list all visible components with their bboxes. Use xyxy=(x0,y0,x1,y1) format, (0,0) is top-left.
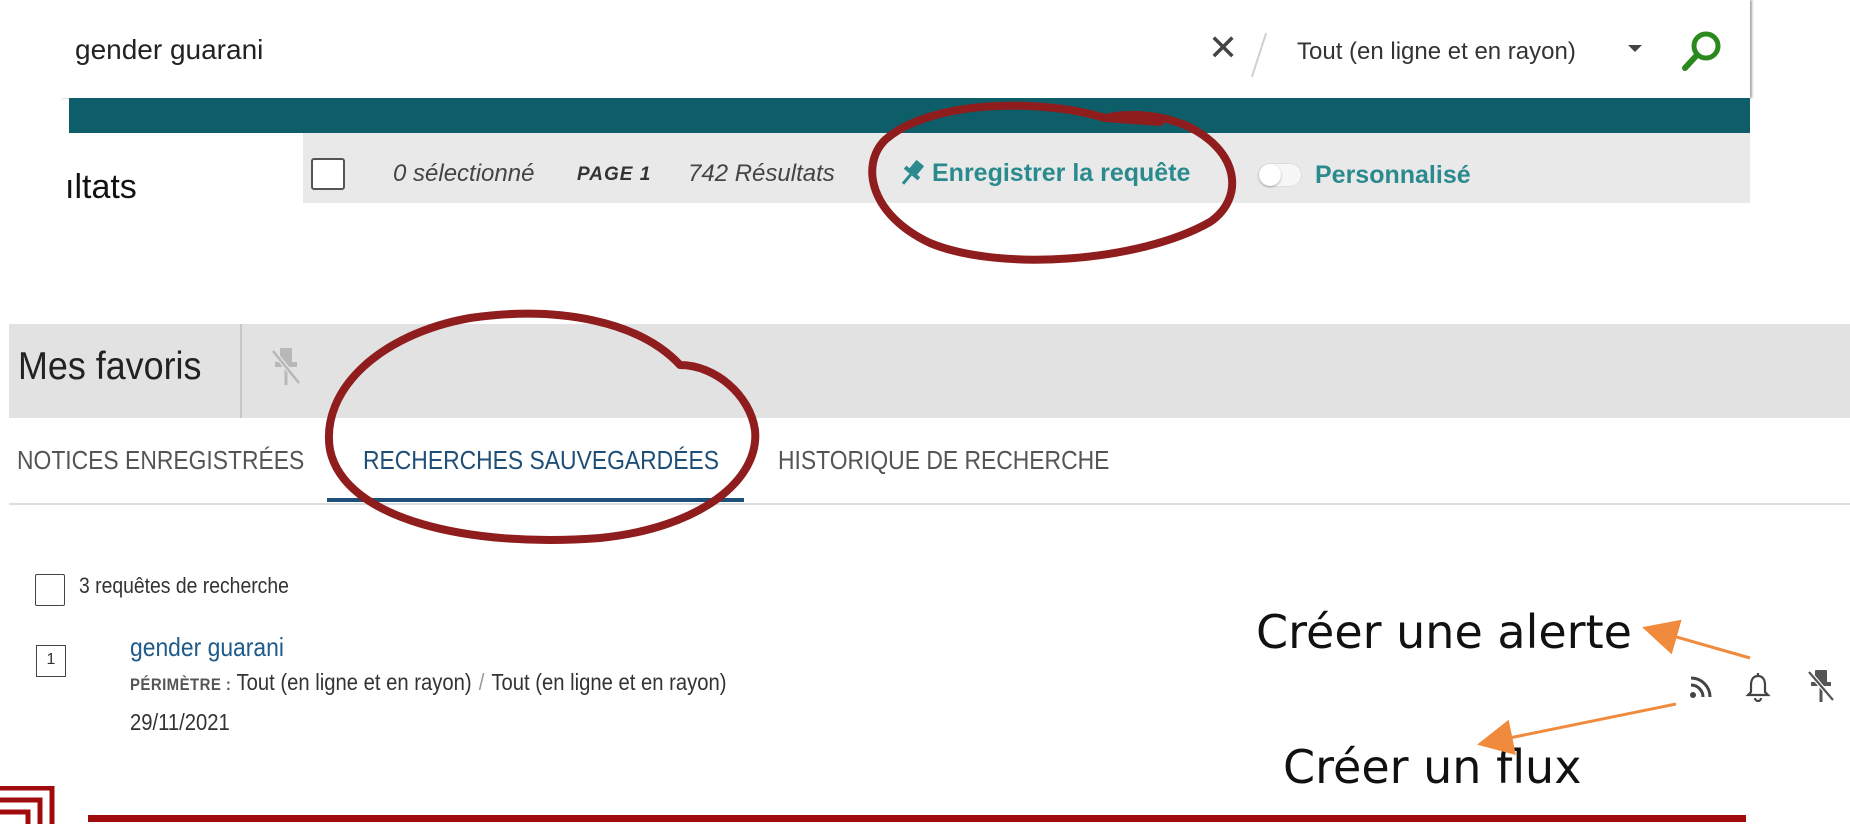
arrow-to-create-feed xyxy=(1477,702,1677,756)
unpin-icon[interactable] xyxy=(1806,668,1836,704)
tabs-divider xyxy=(9,503,1850,505)
results-heading: ıltats xyxy=(65,168,137,206)
logo-icon xyxy=(0,786,55,824)
unpin-icon[interactable] xyxy=(270,345,302,389)
search-input[interactable]: gender guarani xyxy=(75,34,263,66)
row-number[interactable]: 1 xyxy=(36,645,66,677)
scope-key: PÉRIMÈTRE : xyxy=(130,675,232,694)
saved-search-title[interactable]: gender guarani xyxy=(130,632,284,663)
annotation-create-alert: Créer une alerte xyxy=(1256,605,1632,659)
search-icon[interactable] xyxy=(1680,28,1724,74)
search-band xyxy=(69,98,1750,133)
annotation-create-feed: Créer un flux xyxy=(1283,740,1582,794)
footer-rule xyxy=(88,815,1746,822)
bell-icon[interactable] xyxy=(1743,672,1773,702)
search-count-label: 3 requêtes de recherche xyxy=(79,573,289,598)
saved-search-scope: PÉRIMÈTRE : Tout (en ligne et en rayon) /… xyxy=(130,669,727,696)
select-all-checkbox[interactable] xyxy=(311,158,345,190)
page-indicator: PAGE 1 xyxy=(577,164,652,185)
save-query-button[interactable]: Enregistrer la requête xyxy=(896,157,1190,189)
tab-saved-searches[interactable]: RECHERCHES SAUVEGARDÉES xyxy=(363,445,719,476)
close-icon[interactable]: ✕ xyxy=(1208,30,1238,66)
page-title: Mes favoris xyxy=(18,345,202,388)
scope-select[interactable]: Tout (en ligne et en rayon) xyxy=(1297,38,1576,66)
scope-value: Tout (en ligne et en rayon) xyxy=(236,669,472,695)
arrow-to-create-alert xyxy=(1642,619,1751,660)
rss-icon[interactable] xyxy=(1686,672,1716,702)
active-tab-indicator xyxy=(327,498,744,502)
save-query-label: Enregistrer la requête xyxy=(932,158,1191,187)
scope-separator: / xyxy=(478,669,485,695)
toggle-knob[interactable] xyxy=(1259,164,1281,186)
results-count: 742 Résultats xyxy=(688,160,835,187)
tab-saved-records[interactable]: NOTICES ENREGISTRÉES xyxy=(17,445,304,476)
pin-icon xyxy=(901,160,924,185)
select-all-searches-checkbox[interactable] xyxy=(35,574,65,606)
selected-count: 0 sélectionné xyxy=(393,160,535,187)
personalized-label: Personnalisé xyxy=(1315,161,1471,189)
saved-search-date: 29/11/2021 xyxy=(130,709,230,735)
scope-value-secondary: Tout (en ligne et en rayon) xyxy=(491,669,727,695)
header-divider xyxy=(240,324,242,418)
tab-search-history[interactable]: HISTORIQUE DE RECHERCHE xyxy=(778,445,1109,476)
chevron-down-icon[interactable] xyxy=(1628,45,1642,52)
